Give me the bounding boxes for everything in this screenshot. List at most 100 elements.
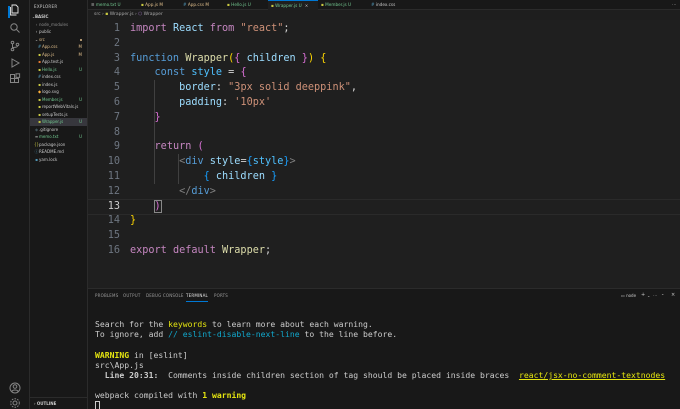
terminal-cursor-line: [95, 400, 675, 409]
terminal-cursor: [95, 400, 100, 409]
code-text: import React from "react";: [130, 23, 290, 34]
tab-problems[interactable]: PROBLEMS: [95, 291, 118, 301]
editor-tabs: ≡ memo.txt U ▪ App.js M # App.css M ▪ He…: [88, 0, 680, 10]
git-badge: M: [205, 2, 209, 7]
tree-item-setup-tests[interactable]: ▪ setupTests.js: [30, 111, 87, 119]
tab-wrapper-js[interactable]: ▪ Wrapper.js U ×: [268, 0, 318, 10]
outline-label: OUTLINE: [36, 401, 57, 406]
line-number: 2: [113, 37, 120, 49]
search-icon[interactable]: [8, 22, 22, 36]
git-badge: U: [247, 2, 251, 7]
tab-terminal[interactable]: TERMINAL: [186, 291, 208, 302]
explorer-title: EXPLORER: [34, 4, 58, 9]
git-badge: M: [78, 44, 82, 49]
code-editor[interactable]: 1 import React from "react"; 2 3 function …: [87, 20, 680, 288]
close-panel-icon[interactable]: ×: [671, 292, 675, 298]
tree-item-report-web-vitals[interactable]: ▪ reportWebVitals.js: [30, 103, 87, 111]
line-number: 9: [113, 141, 120, 153]
chevron-down-icon[interactable]: ⌄: [647, 293, 650, 298]
tree-item-app-css[interactable]: # App.css M: [30, 43, 87, 51]
tree-item-app-js[interactable]: ▪ App.js M: [30, 51, 87, 59]
line-number: 12: [107, 185, 120, 197]
close-icon[interactable]: ×: [305, 3, 309, 8]
tree-item-label: App.test.js: [42, 59, 64, 64]
line-number: 3: [113, 52, 120, 64]
line-number: 4: [113, 67, 120, 79]
tree-item-src[interactable]: ⌄ src: [30, 36, 87, 44]
settings-gear-icon[interactable]: [8, 397, 22, 409]
terminal-line: Search for the keywords to learn more ab…: [95, 319, 373, 329]
tab-app-js[interactable]: ▪ App.js M: [138, 0, 180, 10]
tab-index-css[interactable]: # index.css: [368, 0, 408, 10]
terminal-shell-selector[interactable]: ▭ node: [621, 293, 636, 298]
tab-output[interactable]: OUTPUT: [123, 291, 141, 301]
breadcrumb-folder[interactable]: src: [94, 12, 101, 17]
tree-item-label: index.css: [42, 74, 61, 79]
code-line: 12 </div>: [88, 185, 680, 200]
new-terminal-button[interactable]: +: [641, 292, 645, 298]
source-control-icon[interactable]: [8, 40, 22, 54]
code-line: 3 function Wrapper({ children }) {: [88, 52, 680, 67]
files-icon[interactable]: [8, 4, 22, 18]
code-line: 5 border: "3px solid deeppink",: [88, 81, 680, 96]
tab-ports[interactable]: PORTS: [214, 291, 228, 301]
code-line: 1 import React from "react";: [88, 22, 680, 37]
activity-bar: [0, 0, 30, 409]
code-text: padding: '10px': [179, 97, 272, 108]
more-actions-icon[interactable]: ⋯: [653, 293, 657, 298]
terminal-output[interactable]: Search for the keywords to learn more ab…: [95, 319, 675, 409]
line-number: 15: [107, 230, 120, 242]
git-badge: U: [298, 3, 302, 8]
outline-section[interactable]: › OUTLINE: [30, 397, 87, 409]
run-debug-icon[interactable]: [8, 57, 22, 71]
tree-item-package-json[interactable]: {} package.json: [30, 141, 87, 149]
tree-item-gitignore[interactable]: ◆ .gitignore: [30, 126, 87, 134]
tree-item-logo-svg[interactable]: ◆ logo.svg: [30, 88, 87, 96]
breadcrumb-file[interactable]: Wrapper.js: [110, 12, 134, 17]
breadcrumb: src › ▪ Wrapper.js › ⬡ Wrapper: [88, 10, 680, 20]
tree-item-label: App.js: [42, 51, 55, 57]
tab-hello-js[interactable]: ▪ Hello.js U: [224, 0, 268, 10]
tree-item-yarn-lock[interactable]: ▪ yarn.lock: [30, 156, 87, 164]
tree-item-node-modules[interactable]: › node_modules: [30, 21, 87, 29]
code-text: <div style={style}>: [179, 156, 296, 168]
tab-label: Wrapper.js: [275, 3, 298, 8]
terminal-line: src\App.js: [95, 359, 144, 370]
shell-label: node: [626, 293, 637, 298]
tree-item-label: App.css: [42, 44, 58, 49]
tab-memo-txt[interactable]: ≡ memo.txt U: [88, 0, 138, 10]
account-icon[interactable]: [8, 382, 22, 396]
maximize-panel-icon[interactable]: ⌃: [661, 293, 664, 298]
bottom-panel: PROBLEMS OUTPUT DEBUG CONSOLE TERMINAL P…: [88, 288, 680, 409]
extensions-icon[interactable]: [8, 73, 22, 87]
tree-item-wrapper-js[interactable]: ▪ Wrapper.js U: [30, 118, 87, 126]
tree-item-label: node_modules: [39, 21, 69, 27]
ellipsis-icon: ⋯: [672, 2, 677, 7]
tree-item-memo-txt[interactable]: ≡ memo.txt U: [30, 133, 87, 141]
more-actions-button[interactable]: ⋯: [670, 0, 680, 10]
code-text: }: [130, 215, 137, 227]
code-text: return (: [154, 141, 204, 153]
tab-debug-console[interactable]: DEBUG CONSOLE: [146, 291, 184, 301]
git-badge: U: [79, 66, 82, 72]
js-file-icon: ▪: [105, 12, 109, 17]
git-badge: U: [117, 2, 121, 7]
tree-item-index-css[interactable]: # index.css: [30, 73, 87, 81]
tree-item-app-test-js[interactable]: ▪ App.test.js: [30, 58, 87, 66]
code-text: { children }: [203, 171, 278, 182]
code-line: 15: [88, 229, 680, 244]
tree-item-label: Wrapper.js: [42, 119, 64, 124]
tab-member-js[interactable]: ▪ Member.js U: [318, 0, 368, 10]
tree-item-readme[interactable]: ⓘ README.md: [30, 148, 87, 156]
tree-item-index-js[interactable]: ▪ index.js: [30, 81, 87, 89]
tree-item-public[interactable]: › public: [30, 28, 87, 36]
tree-item-hello-js[interactable]: ▪ Hello.js U: [30, 66, 87, 74]
breadcrumb-symbol[interactable]: Wrapper: [144, 12, 163, 17]
tree-item-label: setupTests.js: [42, 111, 68, 117]
tree-item-member-js[interactable]: ▪ Member.js U: [30, 96, 87, 104]
tab-app-css[interactable]: # App.css M: [180, 0, 224, 10]
tab-label: index.css: [375, 2, 396, 7]
project-root[interactable]: ⌄ BASIC: [30, 13, 87, 21]
